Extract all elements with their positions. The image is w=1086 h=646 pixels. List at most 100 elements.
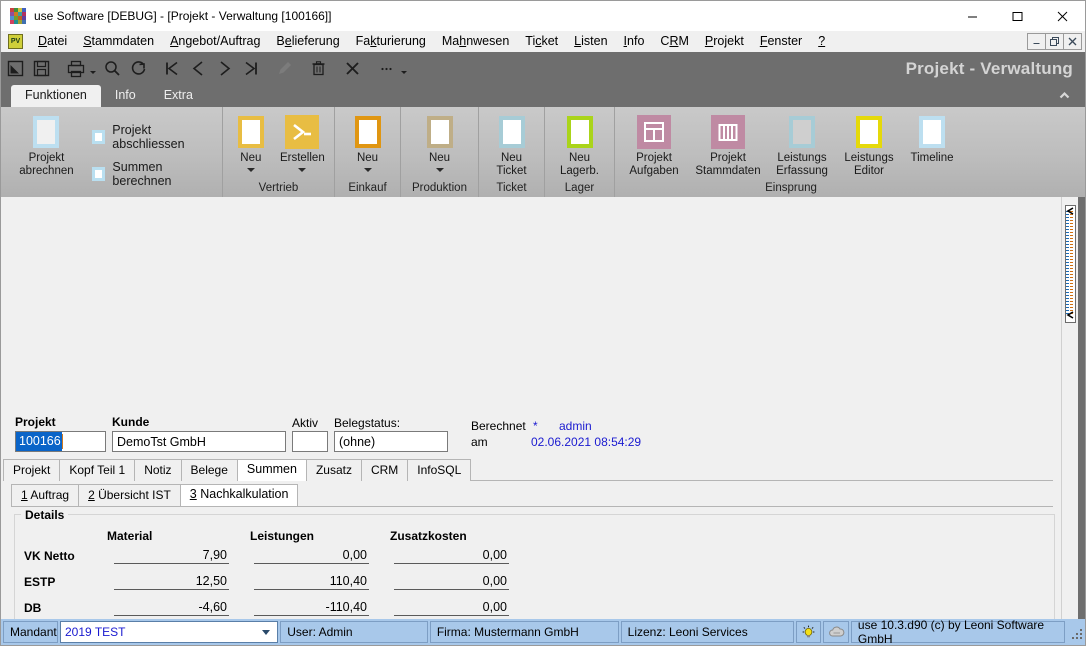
document-square-icon xyxy=(29,115,63,149)
menu-item-fakturierung[interactable]: Fakturierung xyxy=(348,32,434,51)
button-leistungs-editor-line2: Editor xyxy=(853,165,885,177)
previous-record-icon[interactable] xyxy=(187,57,210,80)
button-projekt-aufgaben[interactable]: Projekt Aufgaben xyxy=(619,113,689,178)
tab-projekt[interactable]: Projekt xyxy=(3,459,61,481)
checkbox-summen-berechnen[interactable]: Summen berechnen xyxy=(91,160,218,188)
form-area: Projekt 100166 Kunde DemoTst GmbH Aktiv … xyxy=(1,197,1085,619)
more-dropdown-caret[interactable] xyxy=(398,57,409,80)
tab-kopf-teil-1[interactable]: Kopf Teil 1 xyxy=(59,459,136,481)
tab-auftrag[interactable]: 1 Auftrag xyxy=(11,484,80,507)
aktiv-input[interactable] xyxy=(292,431,328,452)
first-record-icon[interactable] xyxy=(161,57,184,80)
close-button[interactable] xyxy=(1040,1,1085,31)
button-leistungs-erfassung[interactable]: Leistungs Erfassung xyxy=(767,113,837,178)
chevron-down-icon[interactable] xyxy=(298,168,307,172)
button-projekt-stammdaten[interactable]: Projekt Stammdaten xyxy=(689,113,767,178)
menu-item-angebot-auftrag[interactable]: Angebot/Auftrag xyxy=(162,32,268,51)
tab-infosql[interactable]: InfoSQL xyxy=(407,459,472,481)
lightbulb-icon[interactable] xyxy=(795,621,822,643)
delete-icon[interactable] xyxy=(307,57,330,80)
scroll-marker-dots-orange xyxy=(1070,211,1073,315)
button-neu-lagerbuchung[interactable]: Neu Lagerb. xyxy=(549,113,610,178)
search-icon[interactable] xyxy=(101,57,124,80)
tab-extra[interactable]: Extra xyxy=(150,85,207,107)
print-icon[interactable] xyxy=(64,57,87,80)
next-record-icon[interactable] xyxy=(213,57,236,80)
tab-nachkalkulation[interactable]: 3 Nachkalkulation xyxy=(179,484,299,507)
chevron-down-icon[interactable] xyxy=(435,168,444,172)
menu-item-fenster[interactable]: Fenster xyxy=(752,32,810,51)
checkbox-icon[interactable] xyxy=(91,167,106,181)
menu-bar: PV Datei Stammdaten Angebot/Auftrag Beli… xyxy=(1,31,1085,52)
menu-item-crm[interactable]: CRM xyxy=(652,32,696,51)
projekt-input[interactable]: 100166 xyxy=(15,431,106,452)
document-square-icon xyxy=(852,115,886,149)
scroll-up-arrow-icon[interactable] xyxy=(1066,207,1075,216)
mdi-close-button[interactable] xyxy=(1063,33,1082,50)
print-dropdown-caret[interactable] xyxy=(87,57,98,80)
menu-item-listen[interactable]: Listen xyxy=(566,32,615,51)
details-row-label-estp: ESTP xyxy=(24,575,56,589)
cloud-icon[interactable] xyxy=(823,621,849,643)
save-icon[interactable] xyxy=(30,57,53,80)
chevron-down-icon[interactable] xyxy=(246,168,255,172)
checkbox-projekt-abschliessen[interactable]: Projekt abschliessen xyxy=(91,123,218,151)
menu-item-help[interactable]: ? xyxy=(810,32,833,51)
button-neu-produktion-label: Neu xyxy=(428,152,451,164)
menu-item-projekt[interactable]: Projekt xyxy=(697,32,752,51)
mdi-minimize-button[interactable] xyxy=(1027,33,1046,50)
menu-item-belieferung[interactable]: Belieferung xyxy=(268,32,347,51)
document-square-icon xyxy=(495,115,529,149)
menu-item-stammdaten[interactable]: Stammdaten xyxy=(75,32,162,51)
button-neu-produktion[interactable]: Neu xyxy=(414,113,466,172)
tab-notiz[interactable]: Notiz xyxy=(134,459,182,481)
button-neu-ticket[interactable]: Neu Ticket xyxy=(483,113,540,178)
button-neu-einkauf[interactable]: Neu xyxy=(342,113,394,172)
checkbox-icon[interactable] xyxy=(91,130,106,144)
tab-summen[interactable]: Summen xyxy=(236,459,307,481)
menu-item-datei[interactable]: Datei xyxy=(30,32,75,51)
menu-item-ticket[interactable]: Ticket xyxy=(517,32,566,51)
ribbon-group-ticket: Neu Ticket Ticket xyxy=(479,107,545,197)
tab-crm[interactable]: CRM xyxy=(360,459,409,481)
mdi-restore-button[interactable] xyxy=(1045,33,1064,50)
edit-record-icon[interactable] xyxy=(4,57,27,80)
maximize-button[interactable] xyxy=(995,1,1040,31)
chevron-down-icon[interactable] xyxy=(363,168,372,172)
button-projekt-abrechnen[interactable]: Projekt abrechnen xyxy=(13,113,80,178)
ribbon-group-lager-body: Neu Lagerb. xyxy=(549,107,610,181)
details-value-material-estp: 12,50 xyxy=(114,573,229,590)
grid-window-icon xyxy=(637,115,671,149)
button-leistungs-editor[interactable]: Leistungs Editor xyxy=(837,113,901,178)
kunde-input[interactable]: DemoTst GmbH xyxy=(112,431,286,452)
more-icon[interactable] xyxy=(375,57,398,80)
belegstatus-input[interactable]: (ohne) xyxy=(334,431,448,452)
vertical-scroll-strip[interactable] xyxy=(1061,197,1078,619)
chevron-down-icon[interactable] xyxy=(262,630,271,635)
ribbon-group-einsprung: Projekt Aufgaben Projekt Stammdaten Leis… xyxy=(615,107,967,197)
resize-grip[interactable] xyxy=(1067,624,1083,640)
button-erstellen-vertrieb[interactable]: Erstellen xyxy=(275,113,330,172)
tab-uebersicht-ist[interactable]: 2 Übersicht IST xyxy=(78,484,181,507)
scroll-down-arrow-icon[interactable] xyxy=(1066,311,1075,320)
button-neu-vertrieb[interactable]: Neu xyxy=(227,113,275,172)
menu-item-info[interactable]: Info xyxy=(616,32,653,51)
chevron-up-icon[interactable] xyxy=(1058,90,1071,107)
cancel-icon[interactable] xyxy=(341,57,364,80)
tab-info[interactable]: Info xyxy=(101,85,150,107)
tab-belege[interactable]: Belege xyxy=(180,459,238,481)
kunde-input-value: DemoTst GmbH xyxy=(117,435,206,449)
main-toolbar: Projekt - Verwaltung xyxy=(1,52,1085,85)
minimize-button[interactable] xyxy=(950,1,995,31)
tab-zusatz[interactable]: Zusatz xyxy=(305,459,362,481)
mandant-combobox[interactable]: 2019 TEST xyxy=(60,621,279,643)
berechnet-asterisk: * xyxy=(533,419,538,433)
last-record-icon[interactable] xyxy=(239,57,262,80)
tab-funktionen[interactable]: Funktionen xyxy=(11,85,101,107)
button-timeline[interactable]: Timeline xyxy=(901,113,963,165)
menu-item-mahnwesen[interactable]: Mahnwesen xyxy=(434,32,517,51)
ribbon-group-einkauf-body: Neu xyxy=(339,107,396,181)
refresh-icon[interactable] xyxy=(127,57,150,80)
tab-nachkalkulation-num: 3 xyxy=(189,487,197,501)
details-value-leistungen-db: -110,40 xyxy=(254,599,369,616)
